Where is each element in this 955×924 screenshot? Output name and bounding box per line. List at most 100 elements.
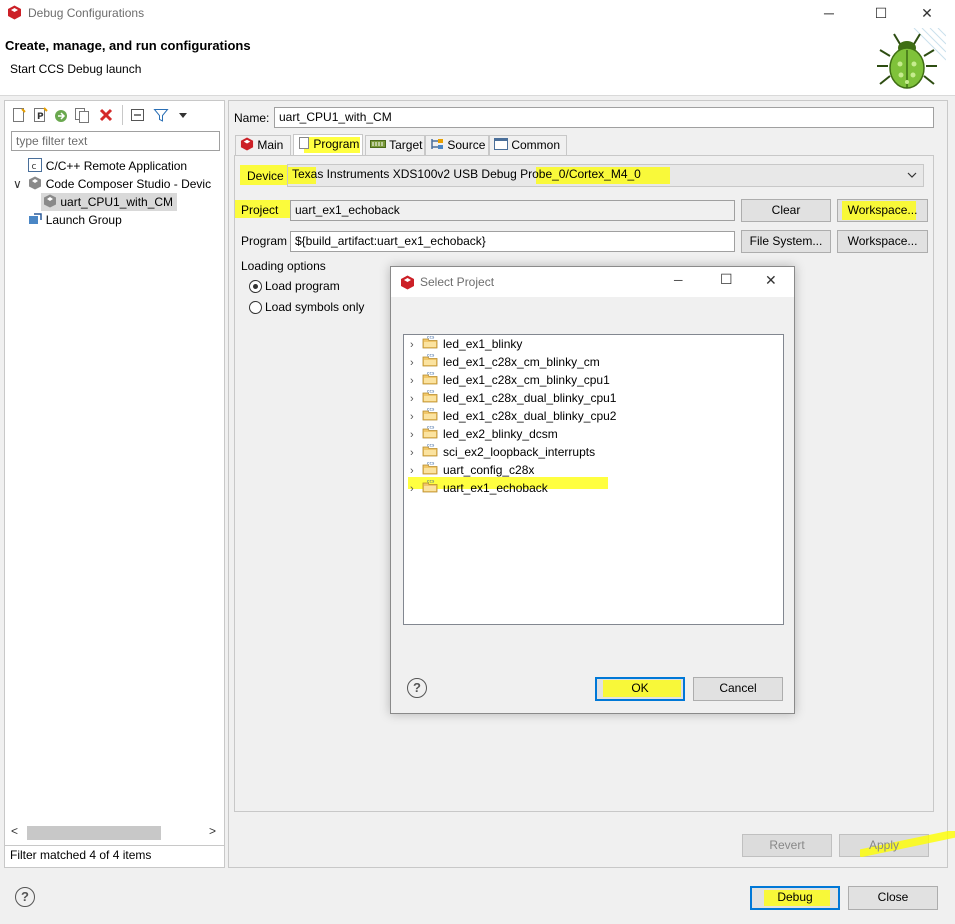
name-label: Name: xyxy=(234,111,270,125)
chevron-right-icon[interactable]: › xyxy=(410,480,422,498)
tree-item-uart-config[interactable]: uart_CPU1_with_CM xyxy=(41,193,178,211)
clear-button[interactable]: Clear xyxy=(741,199,831,222)
ccs-logo-icon xyxy=(401,275,414,290)
chevron-right-icon[interactable]: › xyxy=(410,336,422,354)
dialog-title-bar: Select Project ─ ☐ ✕ xyxy=(391,267,794,297)
tab-source[interactable]: Source xyxy=(425,135,489,155)
dialog-maximize-button[interactable]: ☐ xyxy=(720,271,733,288)
scroll-right-icon[interactable]: > xyxy=(209,824,216,838)
project-label: led_ex1_blinky xyxy=(443,337,523,351)
ccs-debug-icon xyxy=(44,194,56,208)
tree-item-cpp-remote[interactable]: c C/C++ Remote Application xyxy=(13,157,187,175)
chevron-right-icon[interactable]: › xyxy=(410,444,422,462)
tab-label: Target xyxy=(389,138,423,152)
apply-button[interactable]: Apply xyxy=(839,831,955,857)
filter-icon[interactable] xyxy=(153,107,169,123)
ccs-project-icon: ccs xyxy=(422,336,438,349)
chevron-right-icon[interactable]: › xyxy=(410,426,422,444)
ccs-logo-icon xyxy=(8,5,21,20)
dialog-minimize-button[interactable]: ─ xyxy=(674,273,683,287)
scroll-left-icon[interactable]: < xyxy=(11,824,18,838)
button-label: Workspace... xyxy=(847,203,918,217)
cancel-button[interactable]: Cancel xyxy=(693,677,783,701)
ccs-project-icon: ccs xyxy=(422,444,438,457)
chevron-right-icon[interactable]: › xyxy=(410,408,422,426)
program-label: Program xyxy=(241,234,288,248)
new-prototype-icon[interactable]: P xyxy=(32,107,48,123)
chevron-right-icon[interactable]: › xyxy=(410,354,422,372)
scrollbar-thumb[interactable] xyxy=(27,826,161,840)
export-icon[interactable] xyxy=(53,107,69,123)
chevron-right-icon[interactable]: › xyxy=(410,372,422,390)
svg-text:ccs: ccs xyxy=(427,372,435,377)
project-label: led_ex1_c28x_dual_blinky_cpu1 xyxy=(443,391,617,405)
horizontal-scrollbar[interactable]: < > xyxy=(9,824,221,842)
project-item[interactable]: › ccs led_ex1_c28x_cm_blinky_cm xyxy=(410,353,600,371)
workspace-button[interactable]: Workspace... xyxy=(837,199,928,222)
launch-group-icon xyxy=(29,213,43,224)
tab-common[interactable]: Common xyxy=(489,135,567,155)
filter-input[interactable]: type filter text xyxy=(11,131,220,151)
revert-button[interactable]: Revert xyxy=(742,834,832,857)
delete-icon[interactable] xyxy=(98,107,114,123)
collapse-all-icon[interactable] xyxy=(130,107,146,123)
tree-item-launch-group[interactable]: Launch Group xyxy=(13,211,122,229)
chevron-down-icon[interactable]: ∨ xyxy=(13,175,25,193)
dialog-close-button[interactable]: ✕ xyxy=(765,272,777,289)
device-value: Texas Instruments XDS100v2 USB Debug Pro… xyxy=(292,167,641,181)
program-input[interactable]: ${build_artifact:uart_ex1_echoback} xyxy=(290,231,735,252)
dialog-help-icon[interactable]: ? xyxy=(407,678,427,698)
new-config-icon[interactable] xyxy=(11,107,27,123)
workspace-button-program[interactable]: Workspace... xyxy=(837,230,928,253)
file-system-button[interactable]: File System... xyxy=(741,230,831,253)
tree-item-ccs-device[interactable]: ∨ Code Composer Studio - Devic xyxy=(13,175,211,193)
project-label: uart_config_c28x xyxy=(443,463,535,477)
close-button[interactable]: Close xyxy=(848,886,938,910)
project-item-selected[interactable]: › ccs uart_ex1_echoback xyxy=(410,479,548,497)
device-select[interactable]: Texas Instruments XDS100v2 USB Debug Pro… xyxy=(287,164,924,187)
button-label: Debug xyxy=(777,890,813,904)
project-label: led_ex2_blinky_dcsm xyxy=(443,427,558,441)
project-item[interactable]: › ccs led_ex1_c28x_dual_blinky_cpu2 xyxy=(410,407,616,425)
radio-checked[interactable] xyxy=(249,280,262,293)
header-title: Create, manage, and run configurations xyxy=(5,38,251,53)
source-lookup-icon xyxy=(431,139,443,149)
minimize-button[interactable]: ─ xyxy=(806,0,852,26)
maximize-button[interactable]: ☐ xyxy=(858,0,904,26)
select-project-dialog: Select Project ─ ☐ ✕ › ccs led_ex1_blinky … xyxy=(390,266,795,714)
project-item[interactable]: › ccs led_ex1_blinky xyxy=(410,335,522,353)
project-field[interactable]: uart_ex1_echoback xyxy=(290,200,735,221)
program-file-icon xyxy=(299,137,309,149)
ccs-project-icon: ccs xyxy=(422,480,438,493)
ccs-project-icon: ccs xyxy=(422,408,438,421)
tree-item-label: C/C++ Remote Application xyxy=(45,159,188,173)
ok-button[interactable]: OK xyxy=(595,677,685,701)
target-board-icon xyxy=(370,140,386,148)
chevron-down-icon xyxy=(907,172,917,178)
bug-icon xyxy=(877,28,946,89)
close-window-button[interactable]: ✕ xyxy=(904,0,950,26)
tree-item-label: Code Composer Studio - Devic xyxy=(45,177,212,191)
project-list[interactable]: › ccs led_ex1_blinky › ccs led_ex1_c28x_cm_b… xyxy=(403,334,784,625)
ccs-project-icon: ccs xyxy=(422,372,438,385)
button-label: Apply xyxy=(868,838,900,852)
help-icon[interactable]: ? xyxy=(15,887,35,907)
debug-button[interactable]: Debug xyxy=(750,886,840,910)
project-item[interactable]: › ccs led_ex1_c28x_cm_blinky_cpu1 xyxy=(410,371,610,389)
menu-dropdown-icon[interactable] xyxy=(175,107,191,123)
project-item[interactable]: › ccs led_ex2_blinky_dcsm xyxy=(410,425,558,443)
tab-program[interactable]: Program xyxy=(293,134,363,156)
tab-label: Main xyxy=(257,138,284,152)
name-input[interactable]: uart_CPU1_with_CM xyxy=(274,107,934,128)
duplicate-icon[interactable] xyxy=(74,107,90,123)
project-label: sci_ex2_loopback_interrupts xyxy=(443,445,596,459)
toolbar-separator xyxy=(122,105,123,125)
tab-main[interactable]: Main xyxy=(235,135,291,155)
project-item[interactable]: › ccs sci_ex2_loopback_interrupts xyxy=(410,443,595,461)
chevron-right-icon[interactable]: › xyxy=(410,390,422,408)
tab-target[interactable]: Target xyxy=(365,135,425,155)
radio-unchecked[interactable] xyxy=(249,301,262,314)
ccs-project-icon: ccs xyxy=(422,462,438,475)
project-item[interactable]: › ccs led_ex1_c28x_dual_blinky_cpu1 xyxy=(410,389,616,407)
tab-label: Source xyxy=(447,138,486,152)
